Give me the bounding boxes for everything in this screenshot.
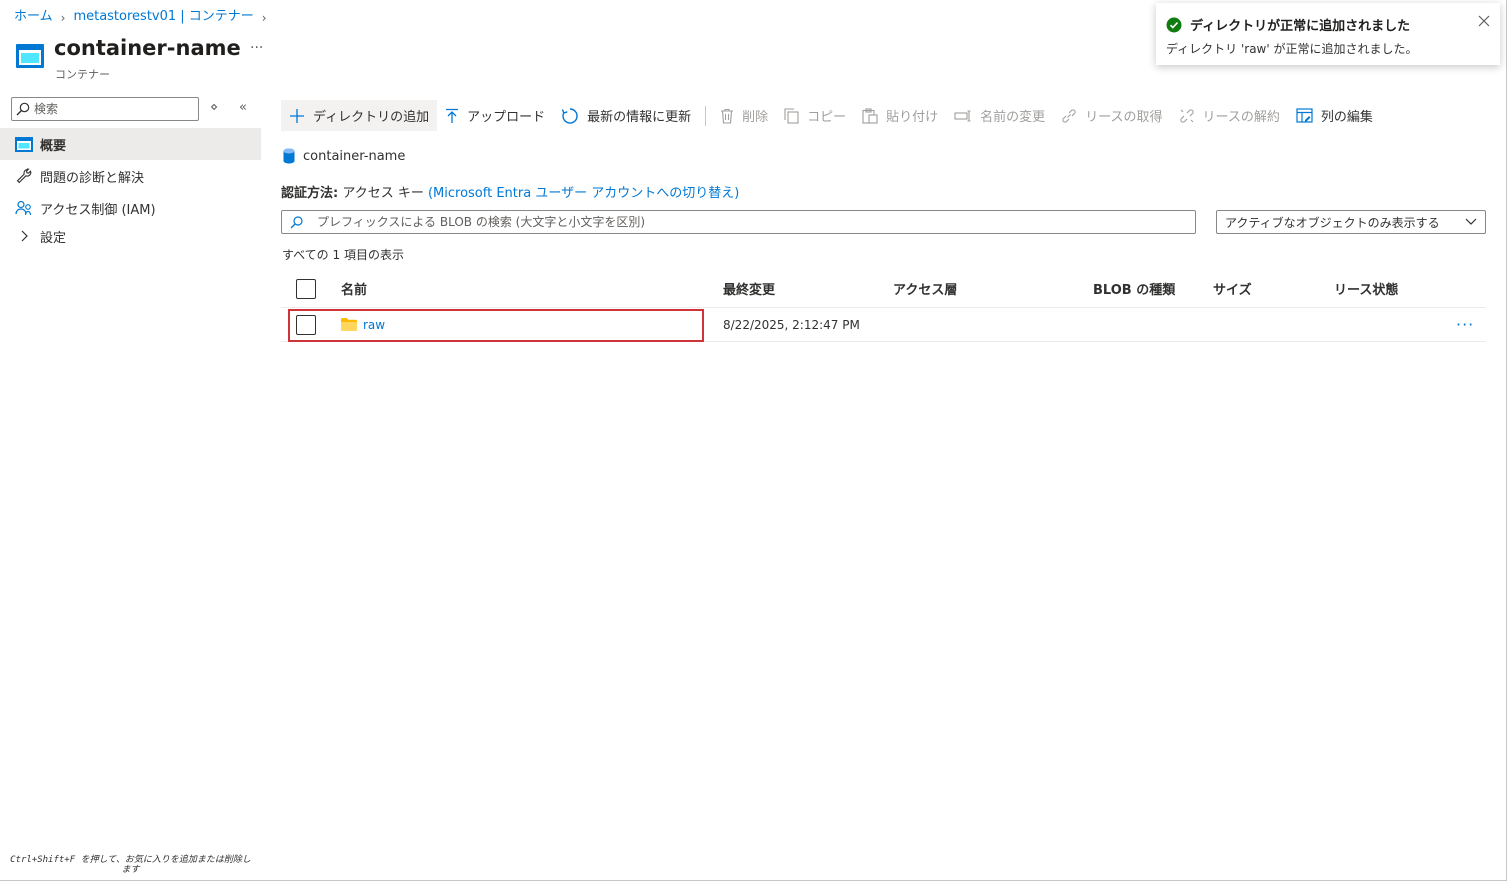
- unlink-icon: [1179, 108, 1195, 124]
- blob-search-box[interactable]: [281, 210, 1196, 234]
- select-all-checkbox[interactable]: [296, 278, 316, 299]
- plus-icon: [289, 108, 305, 124]
- trash-icon: [720, 108, 734, 124]
- table-header: 名前 最終変更 アクセス層 BLOB の種類 サイズ リース状態: [281, 270, 1486, 308]
- success-notification: ディレクトリが正常に追加されました ディレクトリ 'raw' が正常に追加されま…: [1156, 3, 1500, 65]
- upload-button[interactable]: アップロード: [437, 100, 553, 131]
- sidebar-search-input[interactable]: [34, 102, 194, 116]
- delete-button[interactable]: 削除: [712, 100, 776, 131]
- column-header-name[interactable]: 名前: [341, 270, 367, 307]
- search-icon: [290, 215, 303, 228]
- table-row[interactable]: raw 8/22/2025, 2:12:47 PM ···: [281, 308, 1486, 342]
- upload-icon: [445, 108, 459, 124]
- people-icon: [14, 199, 34, 217]
- more-options-button[interactable]: ···: [250, 40, 263, 56]
- paste-icon: [862, 107, 878, 124]
- rename-button[interactable]: 名前の変更: [946, 100, 1053, 131]
- expand-collapse-icon[interactable]: ⋄: [210, 100, 218, 115]
- chevron-right-icon: ›: [60, 10, 66, 25]
- edit-columns-icon: [1296, 108, 1313, 123]
- row-more-options-button[interactable]: ···: [1456, 308, 1474, 341]
- active-objects-filter-dropdown[interactable]: アクティブなオブジェクトのみ表示する: [1216, 210, 1486, 234]
- close-icon[interactable]: [1478, 15, 1490, 31]
- page-subtitle: コンテナー: [55, 68, 110, 81]
- wrench-icon: [14, 167, 34, 185]
- column-header-lease-state[interactable]: リース状態: [1334, 270, 1398, 307]
- break-lease-button[interactable]: リースの解約: [1171, 100, 1288, 131]
- column-header-last-modified[interactable]: 最終変更: [723, 270, 775, 307]
- notification-body: ディレクトリ 'raw' が正常に追加されました。: [1166, 42, 1418, 56]
- breadcrumb-home[interactable]: ホーム: [14, 5, 53, 24]
- search-icon: [16, 102, 30, 116]
- sidebar-item-label: 設定: [40, 230, 67, 246]
- collapse-sidebar-icon[interactable]: «: [239, 100, 247, 115]
- item-count-text: すべての 1 項目の表示: [282, 248, 404, 262]
- container-icon: [14, 135, 34, 153]
- acquire-lease-button[interactable]: リースの取得: [1053, 100, 1170, 131]
- chevron-down-icon: [1465, 218, 1477, 225]
- blob-search-input[interactable]: [317, 215, 1177, 229]
- sidebar-item-label: 概要: [40, 138, 67, 154]
- filter-selected-value: アクティブなオブジェクトのみ表示する: [1225, 215, 1440, 230]
- chevron-right-icon: [14, 227, 34, 245]
- breadcrumb: ホーム › metastorestv01 | コンテナー ›: [14, 5, 275, 25]
- row-name-cell: raw: [341, 308, 385, 341]
- column-header-access-tier[interactable]: アクセス層: [893, 270, 957, 307]
- chevron-right-icon: ›: [261, 10, 267, 25]
- paste-button[interactable]: 貼り付け: [854, 100, 946, 131]
- copy-icon: [784, 107, 799, 124]
- add-directory-button[interactable]: ディレクトリの追加: [281, 100, 438, 131]
- page-title: container-name: [54, 36, 241, 60]
- container-path-label: container-name: [303, 148, 406, 164]
- rename-icon: [954, 109, 972, 122]
- toolbar-divider: [705, 105, 707, 126]
- sidebar-search-box[interactable]: [11, 97, 199, 121]
- column-header-size[interactable]: サイズ: [1213, 270, 1252, 307]
- check-circle-icon: [1166, 17, 1182, 33]
- auth-method-value: アクセス キー: [342, 186, 424, 201]
- row-last-modified: 8/22/2025, 2:12:47 PM: [723, 317, 860, 332]
- copy-button[interactable]: コピー: [776, 100, 854, 131]
- auth-method-row: 認証方法: アクセス キー (Microsoft Entra ユーザー アカウン…: [281, 182, 739, 201]
- command-bar: ディレクトリの追加 アップロード 最新の情報に更新 削除 コピー 貼り付け 名前…: [281, 100, 1381, 131]
- switch-auth-link[interactable]: (Microsoft Entra ユーザー アカウントへの切り替え): [428, 186, 739, 201]
- auth-method-label: 認証方法:: [281, 186, 339, 201]
- container-cylinder-icon: [283, 148, 295, 164]
- refresh-button[interactable]: 最新の情報に更新: [553, 100, 699, 131]
- sidebar-item-label: 問題の診断と解決: [40, 170, 145, 186]
- keyboard-shortcut-hint: Ctrl+Shift+F を押して、お気に入りを追加または削除します: [10, 855, 251, 875]
- breadcrumb-storage-account[interactable]: metastorestv01 | コンテナー: [73, 5, 253, 24]
- link-icon: [1061, 108, 1077, 124]
- notification-title: ディレクトリが正常に追加されました: [1190, 19, 1411, 34]
- folder-icon: [341, 318, 357, 331]
- select-all-checkbox-cell: [296, 270, 316, 307]
- sidebar-item-overview[interactable]: 概要: [0, 128, 261, 160]
- container-path: container-name: [283, 148, 405, 164]
- container-icon: [16, 44, 44, 68]
- folder-name-link[interactable]: raw: [363, 318, 385, 332]
- row-checkbox[interactable]: [296, 314, 316, 335]
- sidebar-item-diagnose[interactable]: 問題の診断と解決: [0, 160, 261, 192]
- column-header-blob-type[interactable]: BLOB の種類: [1093, 270, 1175, 307]
- edit-columns-button[interactable]: 列の編集: [1288, 100, 1381, 131]
- refresh-icon: [561, 107, 579, 125]
- sidebar-item-label: アクセス制御 (IAM): [40, 202, 156, 218]
- row-checkbox-cell: [296, 308, 316, 341]
- sidebar-item-settings[interactable]: 設定: [0, 220, 261, 252]
